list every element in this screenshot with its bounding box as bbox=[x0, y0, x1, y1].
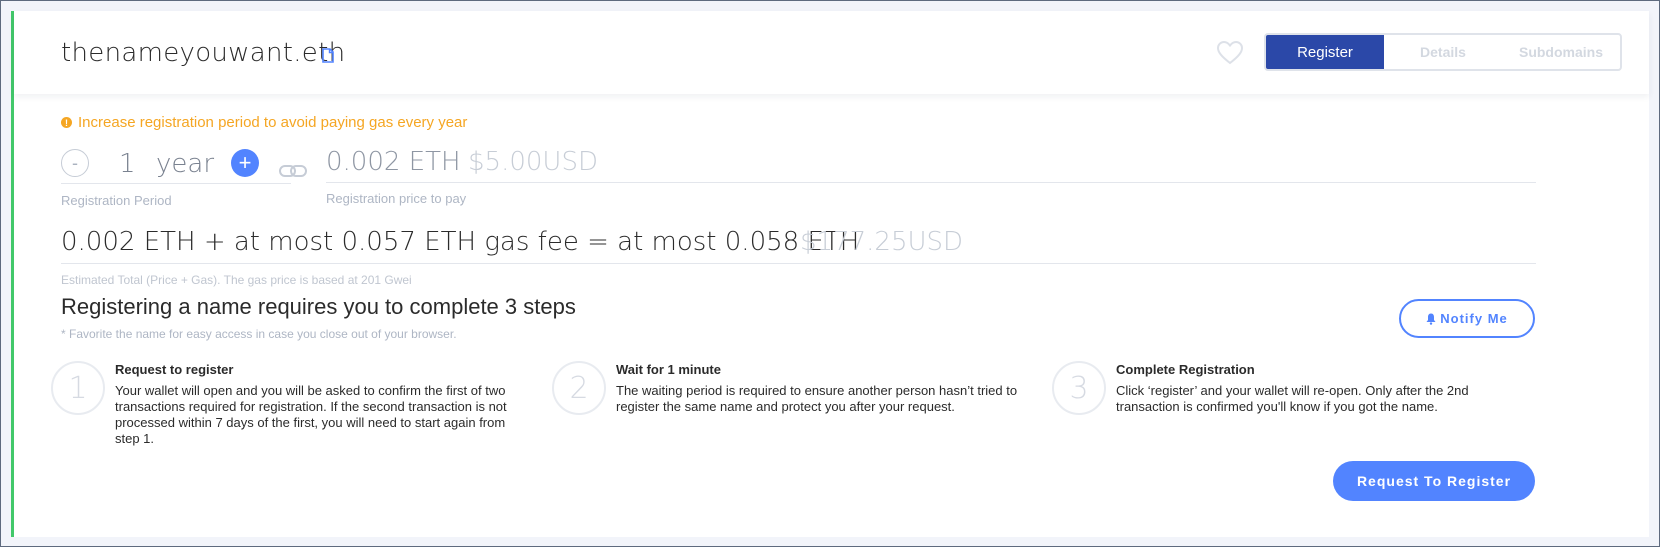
price-usd: $5.00USD bbox=[468, 147, 598, 177]
registration-card: thenameyouwant.eth Register Details Subd… bbox=[11, 11, 1649, 537]
step-description: The waiting period is required to ensure… bbox=[616, 383, 1018, 414]
estimated-total: 0.002 ETH + at most 0.057 ETH gas fee = … bbox=[61, 225, 1536, 264]
decrease-period-button[interactable]: - bbox=[61, 149, 89, 177]
price-eth: 0.002 ETH bbox=[326, 147, 461, 177]
request-to-register-button[interactable]: Request To Register bbox=[1333, 461, 1535, 501]
step-number: 1 bbox=[51, 361, 105, 415]
period-stepper: - 1 year + bbox=[61, 143, 291, 184]
price-display: 0.002 ETH $5.00USD bbox=[326, 143, 1536, 183]
domain-name-title: thenameyouwant.eth bbox=[61, 38, 346, 68]
name-header: thenameyouwant.eth Register Details Subd… bbox=[14, 11, 1649, 94]
tab-subdomains[interactable]: Subdomains bbox=[1502, 35, 1620, 69]
tab-bar: Register Details Subdomains bbox=[1264, 33, 1622, 71]
page-frame: thenameyouwant.eth Register Details Subd… bbox=[0, 0, 1660, 547]
steps-title: Registering a name requires you to compl… bbox=[61, 294, 576, 319]
total-usd: $177.25USD bbox=[800, 227, 964, 257]
step-title: Complete Registration bbox=[1116, 362, 1255, 377]
step-number: 3 bbox=[1052, 361, 1106, 415]
total-eth-text: 0.002 ETH + at most 0.057 ETH gas fee = … bbox=[61, 227, 860, 257]
step-number: 2 bbox=[552, 361, 606, 415]
price-label: Registration price to pay bbox=[326, 191, 467, 206]
bell-icon bbox=[1426, 313, 1436, 325]
step-description: Your wallet will open and you will be as… bbox=[115, 383, 507, 446]
gas-warning: ! Increase registration period to avoid … bbox=[61, 114, 467, 131]
tab-register[interactable]: Register bbox=[1266, 35, 1384, 69]
tab-details[interactable]: Details bbox=[1384, 35, 1502, 69]
alert-icon: ! bbox=[61, 117, 72, 128]
period-value: 1 bbox=[119, 149, 136, 179]
copy-icon[interactable] bbox=[322, 48, 334, 63]
steps-note: * Favorite the name for easy access in c… bbox=[61, 327, 457, 341]
increase-period-button[interactable]: + bbox=[231, 149, 259, 177]
step-title: Request to register bbox=[115, 362, 234, 377]
step-title: Wait for 1 minute bbox=[616, 362, 721, 377]
period-unit: year bbox=[156, 149, 215, 179]
link-icon bbox=[279, 165, 307, 177]
period-label: Registration Period bbox=[61, 193, 172, 208]
heart-icon[interactable] bbox=[1216, 39, 1244, 67]
gas-warning-text: Increase registration period to avoid pa… bbox=[78, 114, 468, 131]
notify-me-label: Notify Me bbox=[1440, 311, 1508, 326]
step-description: Click ‘register’ and your wallet will re… bbox=[1116, 383, 1469, 414]
notify-me-button[interactable]: Notify Me bbox=[1399, 299, 1535, 338]
total-label: Estimated Total (Price + Gas). The gas p… bbox=[61, 273, 412, 287]
